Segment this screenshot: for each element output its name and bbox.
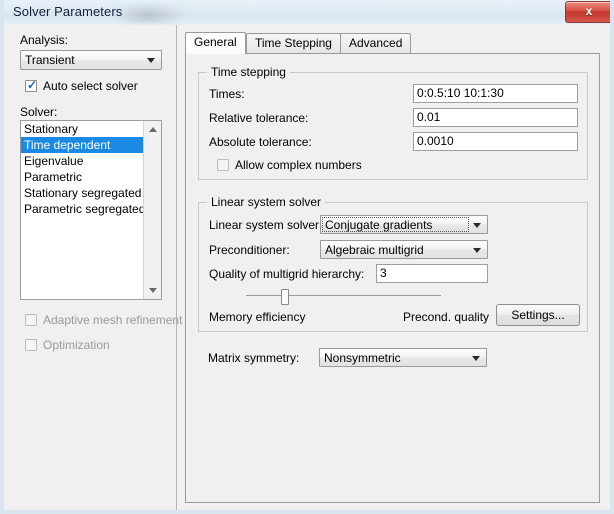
general-tab-panel: Time stepping Times: 0:0.5:10 10:1:30 Re… — [185, 53, 600, 503]
chevron-down-icon — [473, 222, 481, 228]
scroll-down-icon[interactable] — [144, 282, 161, 299]
list-item-selected[interactable]: Time dependent — [21, 137, 144, 153]
titlebar-smudge — [114, 2, 184, 24]
preconditioner-label: Preconditioner: — [209, 243, 290, 257]
adaptive-mesh-refinement-label: Adaptive mesh refinement — [43, 313, 183, 327]
relative-tolerance-label: Relative tolerance: — [209, 111, 309, 125]
title-bar[interactable]: Solver Parameters x — [4, 0, 610, 26]
slider-thumb[interactable] — [281, 289, 289, 305]
checkbox-box — [217, 159, 229, 171]
memory-efficiency-label: Memory efficiency — [209, 310, 306, 324]
auto-select-solver-label: Auto select solver — [43, 79, 138, 93]
memory-precond-slider[interactable] — [246, 289, 441, 305]
matrix-symmetry-combobox[interactable]: Nonsymmetric — [319, 348, 487, 367]
focus-rectangle — [322, 217, 469, 232]
slider-track — [246, 295, 441, 296]
optimization-label: Optimization — [43, 338, 110, 352]
chevron-down-icon — [472, 355, 480, 361]
allow-complex-numbers-label: Allow complex numbers — [235, 158, 362, 172]
list-item[interactable]: Eigenvalue — [21, 153, 144, 169]
right-pane: General Time Stepping Advanced Time step… — [177, 25, 610, 510]
matrix-symmetry-value: Nonsymmetric — [324, 351, 401, 365]
chevron-down-icon — [473, 247, 481, 253]
close-icon[interactable]: x — [565, 1, 610, 23]
list-item[interactable]: Stationary segregated — [21, 185, 144, 201]
linear-system-solver-group: Linear system solver Linear system solve… — [198, 195, 588, 332]
solver-list-scrollbar[interactable] — [143, 121, 161, 299]
multigrid-quality-label: Quality of multigrid hierarchy: — [209, 267, 365, 281]
times-label: Times: — [209, 87, 245, 101]
left-pane: Analysis: Transient ✓ Auto select solver… — [4, 25, 182, 510]
settings-button[interactable]: Settings... — [496, 304, 580, 326]
checkbox-box — [25, 314, 37, 326]
analysis-value: Transient — [25, 53, 75, 67]
chevron-down-icon — [147, 58, 155, 63]
preconditioner-value: Algebraic multigrid — [325, 243, 424, 257]
solver-list-items: Stationary Time dependent Eigenvalue Par… — [21, 121, 145, 299]
window-client-area: Analysis: Transient ✓ Auto select solver… — [4, 25, 610, 510]
list-item[interactable]: Parametric segregated — [21, 201, 145, 217]
time-stepping-group: Time stepping Times: 0:0.5:10 10:1:30 Re… — [198, 65, 588, 180]
linear-system-solver-combobox[interactable]: Conjugate gradients — [320, 215, 488, 234]
tab-general[interactable]: General — [185, 32, 246, 54]
matrix-symmetry-label: Matrix symmetry: — [208, 351, 300, 365]
linear-system-solver-label: Linear system solver: — [209, 218, 323, 232]
analysis-combobox[interactable]: Transient — [20, 50, 162, 70]
solver-listbox[interactable]: Stationary Time dependent Eigenvalue Par… — [20, 120, 162, 300]
relative-tolerance-input[interactable]: 0.01 — [413, 108, 578, 127]
absolute-tolerance-input[interactable]: 0.0010 — [413, 132, 578, 151]
solver-label: Solver: — [20, 105, 58, 119]
scroll-up-icon[interactable] — [144, 121, 161, 138]
window-title: Solver Parameters — [13, 4, 123, 19]
tab-advanced[interactable]: Advanced — [340, 33, 412, 54]
absolute-tolerance-label: Absolute tolerance: — [209, 135, 312, 149]
checkbox-box: ✓ — [25, 78, 38, 92]
check-icon: ✓ — [27, 78, 38, 92]
times-input[interactable]: 0:0.5:10 10:1:30 — [413, 84, 578, 103]
linear-system-solver-group-title: Linear system solver — [207, 195, 326, 209]
checkbox-box — [25, 339, 37, 351]
preconditioner-combobox[interactable]: Algebraic multigrid — [320, 240, 488, 259]
list-item[interactable]: Stationary — [21, 121, 144, 137]
analysis-label: Analysis: — [20, 33, 69, 47]
precond-quality-label: Precond. quality — [403, 310, 490, 324]
solver-parameters-window: Solver Parameters x Analysis: Transient … — [0, 0, 614, 514]
time-stepping-group-title: Time stepping — [207, 65, 290, 79]
list-item[interactable]: Parametric — [21, 169, 144, 185]
multigrid-quality-input[interactable]: 3 — [376, 264, 488, 283]
tab-time-stepping[interactable]: Time Stepping — [246, 33, 341, 54]
